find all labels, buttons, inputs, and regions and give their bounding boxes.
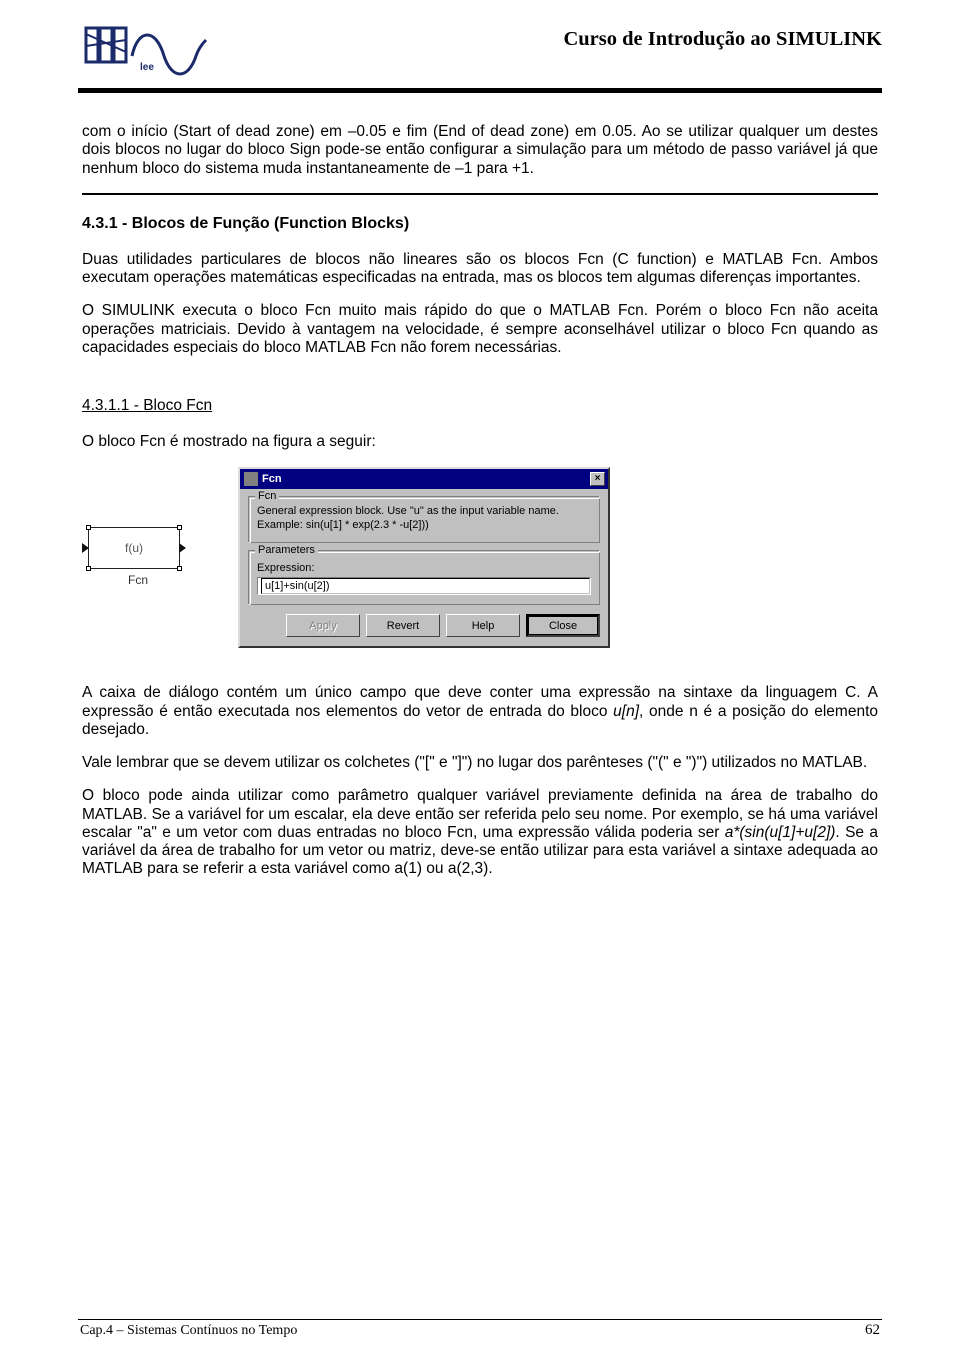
dialog-titlebar[interactable]: Fcn × <box>240 469 608 489</box>
italic-expr: a*(sin(u[1]+u[2]) <box>725 824 836 841</box>
section-divider <box>82 193 878 195</box>
revert-button[interactable]: Revert <box>366 614 440 637</box>
after-fig-p2: Vale lembrar que se devem utilizar os co… <box>82 754 878 772</box>
selection-handle <box>86 525 91 530</box>
fcn-block-caption: Fcn <box>88 573 188 587</box>
groupbox-params-legend: Parameters <box>255 544 318 556</box>
header-rule <box>78 88 882 93</box>
selection-handle <box>177 525 182 530</box>
groupbox-fcn-desc: General expression block. Use "u" as the… <box>257 504 591 534</box>
para-4311-1: O bloco Fcn é mostrado na figura a segui… <box>82 433 878 451</box>
section-heading-431: 4.3.1 - Blocos de Função (Function Block… <box>82 215 878 233</box>
content: com o início (Start of dead zone) em –0.… <box>78 123 882 1315</box>
figure-row: f(u) Fcn Fcn × Fcn General expressi <box>82 467 878 649</box>
groupbox-fcn-legend: Fcn <box>255 490 279 502</box>
selection-handle <box>86 566 91 571</box>
expression-input-value: u[1]+sin(u[2]) <box>265 578 330 594</box>
expression-input[interactable]: u[1]+sin(u[2]) <box>257 577 591 595</box>
dialog-button-row: Apply Revert Help Close <box>248 612 600 637</box>
help-button[interactable]: Help <box>446 614 520 637</box>
page: lee Curso de Introdução ao SIMULINK com … <box>0 0 960 1369</box>
footer-chapter: Cap.4 – Sistemas Contínuos no Tempo <box>80 1323 297 1339</box>
para-431-1: Duas utilidades particulares de blocos n… <box>82 251 878 288</box>
groupbox-parameters: Parameters Expression: u[1]+sin(u[2]) <box>248 550 600 605</box>
expression-label: Expression: <box>257 562 591 574</box>
output-port-icon <box>179 543 186 553</box>
fcn-block-label: f(u) <box>125 541 143 555</box>
close-button[interactable]: Close <box>526 614 600 637</box>
dialog-body: Fcn General expression block. Use "u" as… <box>240 489 608 647</box>
course-title: Curso de Introdução ao SIMULINK <box>563 28 882 51</box>
logo: lee <box>78 20 208 82</box>
after-fig-p1: A caixa de diálogo contém um único campo… <box>82 684 878 739</box>
subsection-number: 4.3.1.1 - <box>82 397 143 414</box>
subsection-heading-4311: 4.3.1.1 - Bloco Fcn <box>82 397 878 415</box>
footer-page-number: 62 <box>865 1322 880 1339</box>
intro-paragraph: com o início (Start of dead zone) em –0.… <box>82 123 878 178</box>
fcn-dialog: Fcn × Fcn General expression block. Use … <box>238 467 610 649</box>
apply-button[interactable]: Apply <box>286 614 360 637</box>
para-431-2: O SIMULINK executa o bloco Fcn muito mai… <box>82 302 878 357</box>
dialog-app-icon <box>244 472 258 486</box>
after-fig-p3: O bloco pode ainda utilizar como parâmet… <box>82 787 878 878</box>
input-port-icon <box>82 543 89 553</box>
italic-un: u[n] <box>613 703 639 720</box>
fcn-block-diagram: f(u) Fcn <box>88 527 188 587</box>
close-icon[interactable]: × <box>590 472 605 486</box>
selection-handle <box>177 566 182 571</box>
page-header: lee Curso de Introdução ao SIMULINK <box>78 20 882 82</box>
groupbox-fcn: Fcn General expression block. Use "u" as… <box>248 496 600 544</box>
dialog-title: Fcn <box>262 473 282 485</box>
page-footer: Cap.4 – Sistemas Contínuos no Tempo 62 <box>78 1320 882 1339</box>
subsection-title: Bloco Fcn <box>143 397 212 414</box>
fcn-block-box: f(u) <box>88 527 180 569</box>
svg-text:lee: lee <box>140 62 154 73</box>
